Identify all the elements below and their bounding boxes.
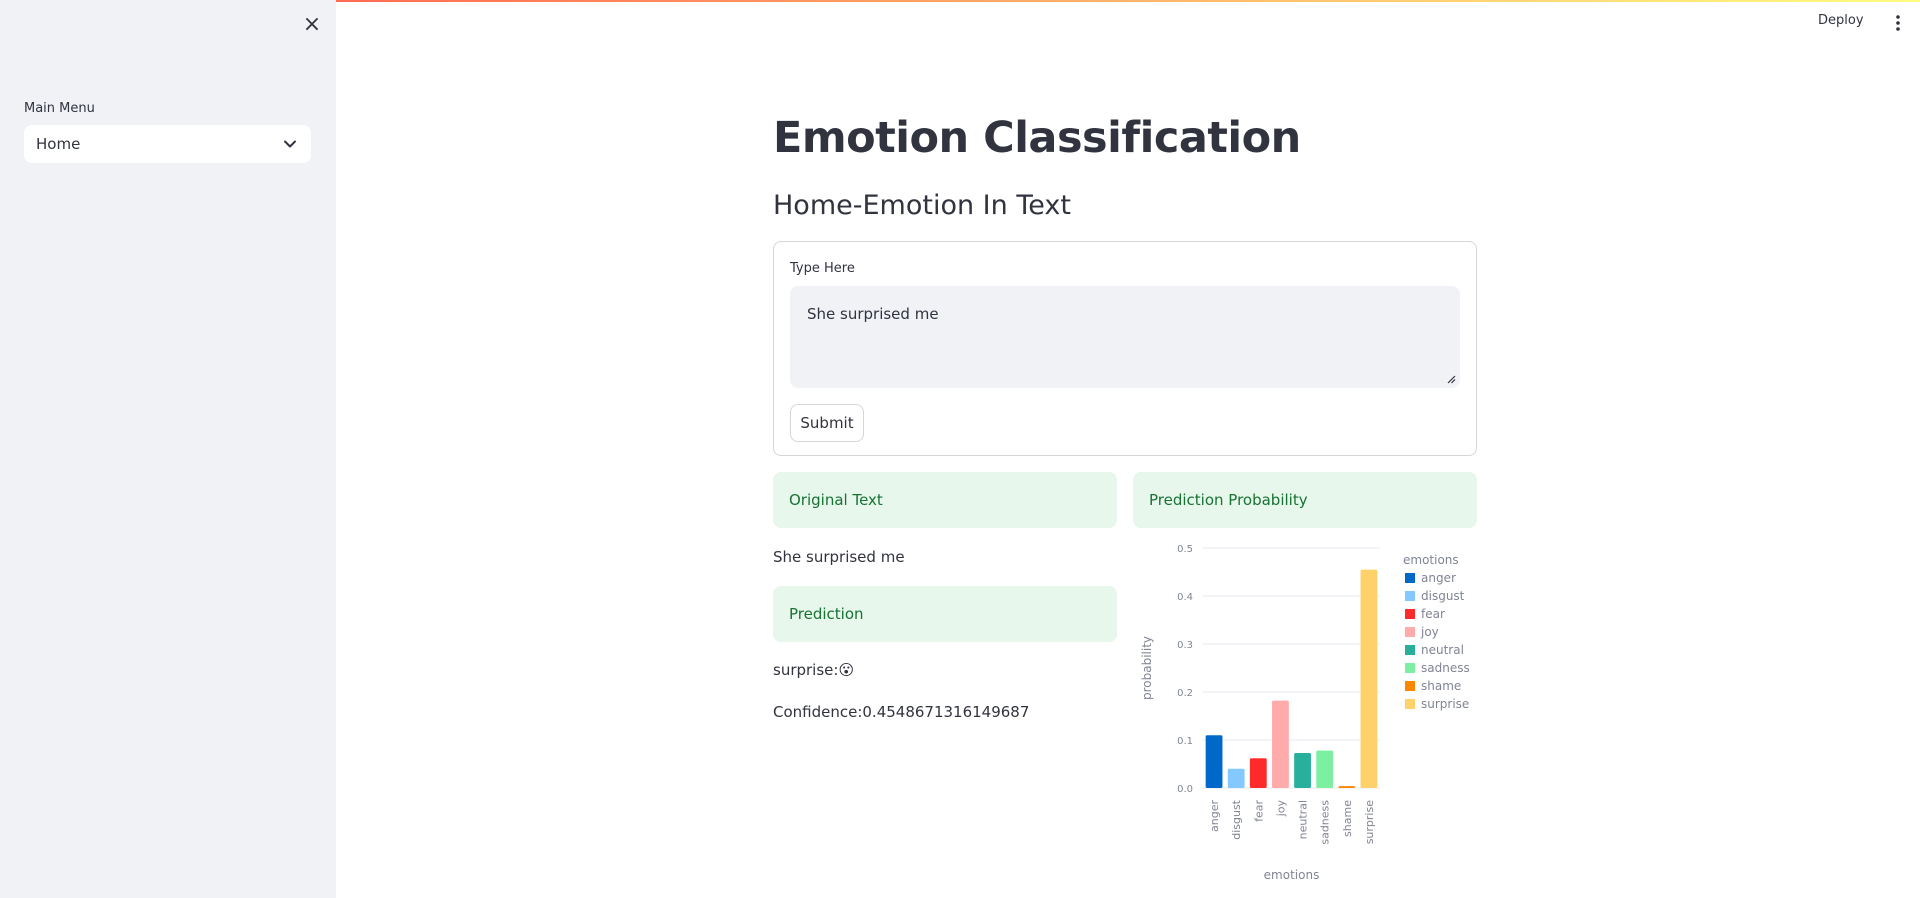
- x-tick-label: disgust: [1230, 799, 1243, 839]
- bar-fear: [1249, 758, 1267, 788]
- bar-sadness: [1316, 750, 1334, 788]
- prediction-label: surprise:: [773, 661, 839, 679]
- main-menu-select[interactable]: Home: [24, 125, 311, 163]
- close-sidebar-icon[interactable]: ×: [300, 11, 324, 37]
- legend-label-neutral: neutral: [1421, 643, 1464, 657]
- original-text-value: She surprised me: [773, 548, 905, 566]
- bar-disgust: [1227, 768, 1245, 788]
- x-tick-label: sadness: [1319, 800, 1332, 845]
- x-axis-title: emotions: [1264, 868, 1320, 880]
- x-tick-label: neutral: [1297, 800, 1310, 839]
- legend-label-shame: shame: [1421, 679, 1461, 693]
- legend-label-joy: joy: [1420, 625, 1439, 639]
- x-tick-label: joy: [1274, 800, 1287, 818]
- resize-grip-icon[interactable]: [1446, 374, 1456, 384]
- bar-surprise: [1360, 569, 1378, 788]
- y-tick-label: 0.4: [1177, 592, 1193, 603]
- bar-anger: [1205, 735, 1223, 788]
- deploy-button[interactable]: Deploy: [1818, 13, 1864, 28]
- close-glyph: ×: [302, 11, 322, 37]
- confidence-value: Confidence:0.4548671316149687: [773, 703, 1030, 721]
- x-tick-label: fear: [1252, 800, 1265, 822]
- sidebar: × Main Menu Home: [0, 0, 336, 898]
- y-axis-title: probability: [1140, 636, 1154, 700]
- legend-label-fear: fear: [1421, 607, 1445, 621]
- text-input-area[interactable]: She surprised me: [790, 286, 1460, 388]
- prediction-probability-header: Prediction Probability: [1133, 472, 1477, 528]
- submit-button[interactable]: Submit: [790, 404, 864, 442]
- legend-swatch-fear: [1405, 609, 1415, 619]
- main-menu-kebab-icon[interactable]: [1886, 12, 1910, 34]
- y-tick-label: 0.0: [1177, 784, 1193, 795]
- legend-label-sadness: sadness: [1421, 661, 1470, 675]
- kebab-dots-icon: [1896, 15, 1900, 31]
- legend-swatch-disgust: [1405, 591, 1415, 601]
- y-tick-label: 0.1: [1177, 736, 1193, 747]
- y-tick-label: 0.5: [1177, 544, 1193, 555]
- legend-swatch-anger: [1405, 573, 1415, 583]
- y-tick-label: 0.3: [1177, 640, 1193, 651]
- emotion-form: Type Here She surprised me Submit: [773, 241, 1477, 456]
- legend-label-disgust: disgust: [1421, 589, 1465, 603]
- y-tick-label: 0.2: [1177, 688, 1193, 699]
- x-tick-label: surprise: [1363, 800, 1376, 845]
- original-text-header: Original Text: [773, 472, 1117, 528]
- legend-label-surprise: surprise: [1421, 697, 1469, 711]
- bar-shame: [1338, 786, 1356, 788]
- text-input-label: Type Here: [790, 261, 855, 276]
- x-tick-label: shame: [1341, 800, 1354, 837]
- main-menu-label: Main Menu: [24, 101, 95, 116]
- page-title: Emotion Classification: [773, 113, 1301, 163]
- legend-swatch-sadness: [1405, 663, 1415, 673]
- prediction-header: Prediction: [773, 586, 1117, 642]
- legend-swatch-shame: [1405, 681, 1415, 691]
- legend-swatch-joy: [1405, 627, 1415, 637]
- legend-swatch-neutral: [1405, 645, 1415, 655]
- bar-neutral: [1294, 752, 1311, 788]
- prediction-result: surprise:😮: [773, 661, 854, 679]
- legend-swatch-surprise: [1405, 699, 1415, 709]
- surprise-emoji-icon: 😮: [838, 661, 855, 679]
- legend-label-anger: anger: [1421, 571, 1456, 585]
- main-menu-selected-value: Home: [36, 135, 81, 153]
- chevron-down-icon: [284, 140, 296, 148]
- bar-joy: [1272, 700, 1289, 788]
- text-input-value: She surprised me: [807, 305, 939, 323]
- legend-title: emotions: [1403, 553, 1459, 567]
- probability-bar-chart: 0.00.10.20.30.40.5anger disgust fear joy neu…: [1140, 544, 1470, 880]
- page-subtitle: Home-Emotion In Text: [773, 190, 1071, 221]
- x-tick-label: anger: [1208, 800, 1221, 832]
